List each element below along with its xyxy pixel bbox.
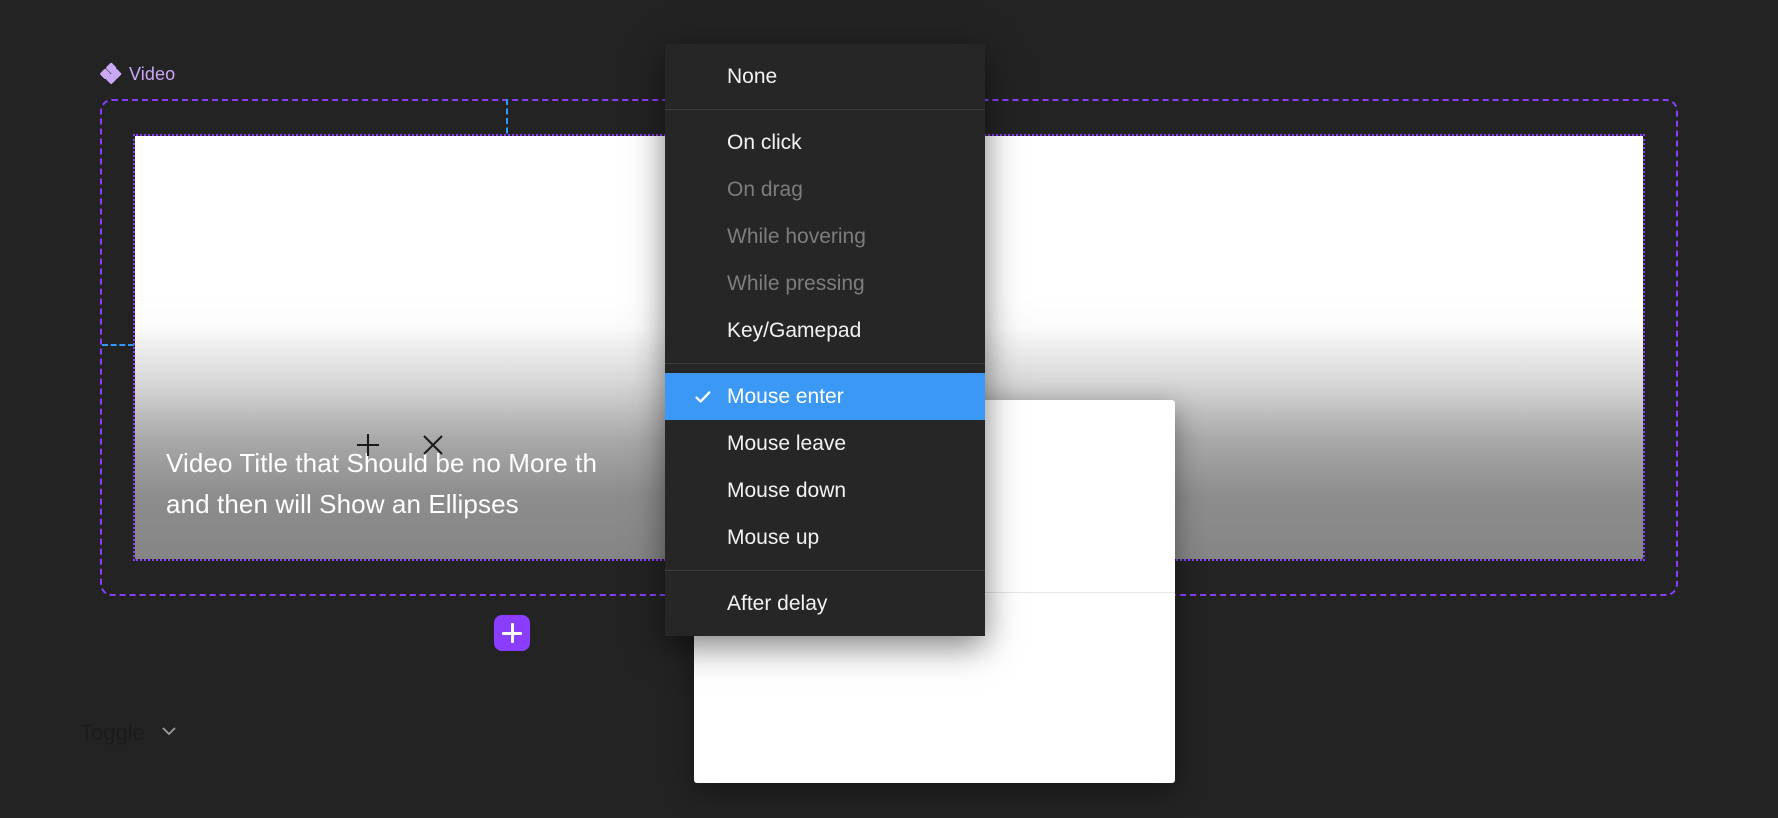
component-label[interactable]: Video xyxy=(99,62,176,86)
checkmark-icon xyxy=(694,388,712,406)
menu-item-on-click[interactable]: On click xyxy=(665,119,985,166)
add-element-button[interactable] xyxy=(494,615,530,651)
menu-group-timing: After delay xyxy=(665,570,985,636)
design-canvas: Video Video Title that Should be no More… xyxy=(0,0,1778,818)
menu-item-while-pressing: While pressing xyxy=(665,260,985,307)
menu-item-mouse-down[interactable]: Mouse down xyxy=(665,467,985,514)
alignment-guide-horizontal xyxy=(102,344,134,346)
menu-group-pointer-actions: On click On drag While hovering While pr… xyxy=(665,109,985,363)
event-trigger-menu[interactable]: None On click On drag While hovering Whi… xyxy=(665,44,985,636)
toggle-action-select[interactable]: Toggle xyxy=(80,718,179,748)
diamond-component-icon xyxy=(99,62,123,86)
menu-item-after-delay[interactable]: After delay xyxy=(665,580,985,627)
menu-item-label: Mouse up xyxy=(727,525,820,549)
menu-item-on-drag: On drag xyxy=(665,166,985,213)
menu-item-mouse-leave[interactable]: Mouse leave xyxy=(665,420,985,467)
menu-item-label: On drag xyxy=(727,177,803,201)
menu-item-label: Mouse leave xyxy=(727,431,847,455)
component-label-text: Video xyxy=(129,63,176,84)
menu-item-label: Key/Gamepad xyxy=(727,318,862,342)
menu-item-while-hovering: While hovering xyxy=(665,213,985,260)
add-interaction-button[interactable] xyxy=(353,430,383,460)
menu-item-mouse-enter[interactable]: Mouse enter xyxy=(665,373,985,420)
menu-item-label: After delay xyxy=(727,591,828,615)
menu-item-label: While pressing xyxy=(727,271,865,295)
menu-group-none: None xyxy=(665,44,985,109)
menu-group-mouse-events: Mouse enter Mouse leave Mouse down Mouse… xyxy=(665,363,985,570)
menu-item-none[interactable]: None xyxy=(665,53,985,100)
menu-item-label: While hovering xyxy=(727,224,866,248)
menu-item-label: Mouse down xyxy=(727,478,847,502)
menu-item-key-gamepad[interactable]: Key/Gamepad xyxy=(665,307,985,354)
menu-item-label: On click xyxy=(727,130,802,154)
toggle-action-value: Toggle xyxy=(80,720,145,745)
chevron-down-icon xyxy=(159,721,179,746)
menu-item-mouse-up[interactable]: Mouse up xyxy=(665,514,985,561)
close-interaction-button[interactable] xyxy=(418,430,448,460)
menu-item-label: None xyxy=(727,64,778,88)
menu-item-label: Mouse enter xyxy=(727,384,844,408)
